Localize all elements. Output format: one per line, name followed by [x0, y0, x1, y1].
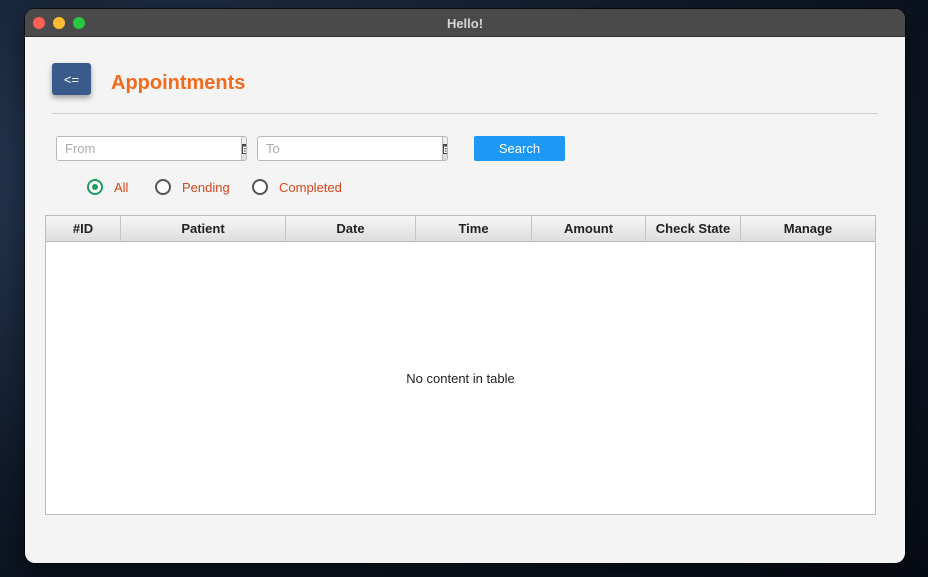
from-calendar-button[interactable] — [241, 137, 246, 160]
back-button[interactable]: <= — [52, 63, 91, 95]
calendar-icon — [443, 143, 447, 154]
radio-indicator[interactable] — [155, 179, 171, 195]
to-calendar-button[interactable] — [442, 137, 447, 160]
calendar-icon — [242, 143, 246, 154]
app-window: Hello! <= Appointments From To Search Al… — [25, 9, 905, 563]
radio-label: Completed — [279, 179, 342, 195]
from-date-input[interactable] — [57, 137, 241, 160]
to-date-input[interactable] — [258, 137, 442, 160]
header-divider — [52, 113, 878, 114]
from-date-picker — [56, 136, 247, 161]
column-header-date[interactable]: Date — [286, 216, 416, 241]
radio-all[interactable]: All — [87, 179, 128, 195]
radio-label: All — [114, 179, 129, 195]
radio-label: Pending — [182, 179, 230, 195]
window-title: Hello! — [446, 16, 484, 31]
column-header-patient[interactable]: Patient — [121, 216, 286, 241]
empty-table-message: No content in table — [406, 371, 515, 386]
search-button[interactable]: Search — [474, 136, 565, 161]
radio-indicator[interactable] — [252, 179, 268, 195]
radio-indicator[interactable] — [87, 179, 103, 195]
page-title: Appointments — [111, 72, 246, 94]
appointments-table: #ID Patient Date Time Amount Check State… — [45, 215, 876, 515]
title-bar: Hello! — [25, 9, 905, 37]
radio-pending[interactable]: Pending — [155, 179, 230, 195]
column-header-check-state[interactable]: Check State — [646, 216, 741, 241]
column-header-id[interactable]: #ID — [46, 216, 121, 241]
column-header-manage[interactable]: Manage — [741, 216, 875, 241]
table-header: #ID Patient Date Time Amount Check State… — [46, 216, 875, 242]
column-header-amount[interactable]: Amount — [532, 216, 646, 241]
radio-completed[interactable]: Completed — [252, 179, 342, 195]
to-date-picker — [257, 136, 448, 161]
column-header-time[interactable]: Time — [416, 216, 532, 241]
